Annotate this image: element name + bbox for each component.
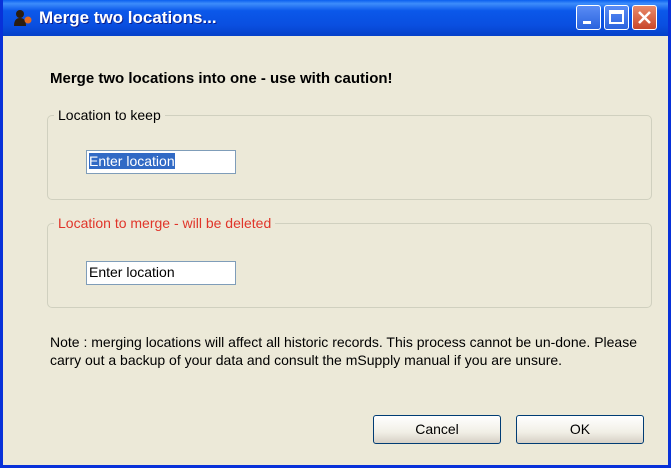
- close-button[interactable]: [632, 5, 657, 30]
- dialog-window: Merge two locations... Merge two locatio…: [0, 0, 671, 468]
- caution-note: Note : merging locations will affect all…: [50, 334, 638, 368]
- title-bar[interactable]: Merge two locations...: [3, 0, 668, 36]
- maximize-button[interactable]: [604, 5, 629, 30]
- keep-location-input[interactable]: Enter location: [86, 150, 236, 174]
- minimize-icon: [583, 21, 591, 24]
- keep-location-group: Location to keep Enter location: [47, 107, 652, 200]
- dialog-heading: Merge two locations into one - use with …: [50, 70, 393, 87]
- maximize-icon: [609, 10, 624, 24]
- merge-location-label: Location to merge - will be deleted: [54, 215, 276, 231]
- keep-location-label: Location to keep: [54, 107, 165, 123]
- user-icon: [13, 9, 33, 27]
- merge-location-group: Location to merge - will be deleted Ente…: [47, 215, 652, 308]
- minimize-button[interactable]: [576, 5, 601, 30]
- ok-button[interactable]: OK: [516, 415, 644, 444]
- close-icon: [638, 11, 651, 24]
- cancel-button[interactable]: Cancel: [373, 415, 501, 444]
- merge-location-value: Enter location: [89, 264, 175, 280]
- keep-location-value: Enter location: [89, 153, 175, 169]
- merge-location-input[interactable]: Enter location: [86, 261, 236, 285]
- window-title: Merge two locations...: [39, 8, 217, 27]
